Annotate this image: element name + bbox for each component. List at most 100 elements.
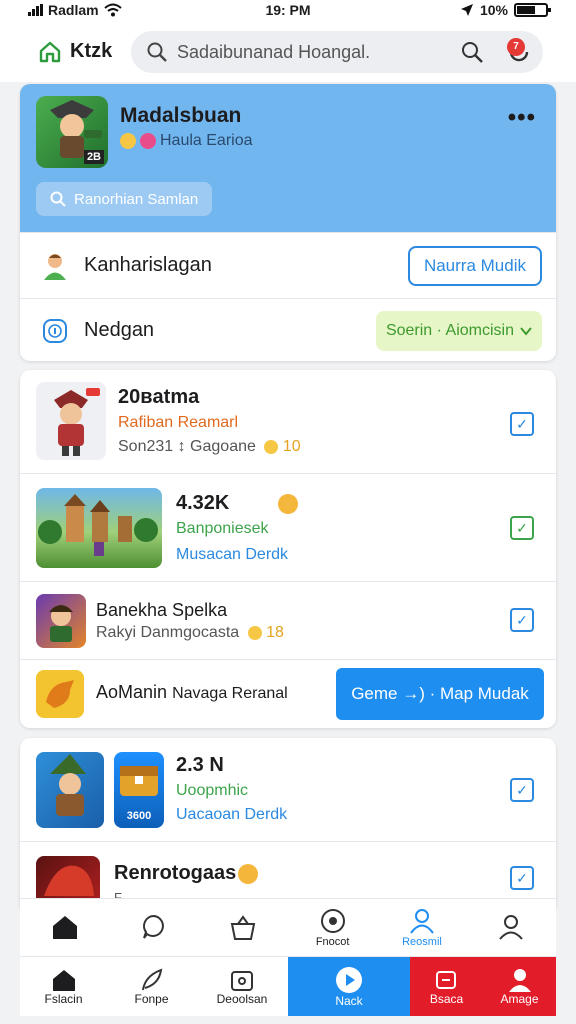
tab-label: Amage	[500, 991, 539, 1006]
game-title: 20вatma	[118, 386, 200, 408]
tab-label: Deoolsan	[216, 991, 268, 1006]
profile-card: 2B Madalsbuan Haula Earioa ••• Ranorhian…	[20, 84, 556, 361]
tab-label: Nack	[335, 993, 363, 1008]
inbox-icon	[435, 970, 456, 989]
home-icon	[52, 969, 75, 991]
tab-label: Reosmil	[402, 935, 442, 948]
tab-label: Fnocot	[315, 935, 350, 948]
more-options-icon[interactable]: •••	[508, 104, 536, 132]
emoji-icon	[278, 494, 298, 514]
tab-explore[interactable]: Fnocot	[288, 899, 377, 956]
game-list-card-2: 3600 2.3 N Uoopmhic Uacaoan Derdk ✓ Renr…	[20, 738, 556, 908]
chat-bubble-icon	[143, 914, 164, 939]
search-icon	[50, 191, 66, 207]
emoji-icon	[264, 439, 279, 454]
hand-icon	[46, 680, 74, 708]
tab-group-red: Bsaca Amage	[410, 957, 556, 1016]
game-thumbnail	[36, 594, 86, 648]
game-line2-text: Musacan Derdk	[176, 546, 289, 563]
home-link[interactable]: Ktzk	[38, 40, 112, 63]
game-line1-text: Uoopmhic	[176, 782, 249, 799]
play-icon	[336, 966, 362, 993]
battery-icon	[514, 3, 551, 17]
profile-subtitle: Haula Earioa	[120, 132, 253, 150]
tab-inbox[interactable]: Bsaca	[410, 968, 483, 1006]
game-line1: Rafiban Reamarl	[118, 414, 238, 432]
friend-row-label: Kanharislagan	[84, 254, 212, 276]
game-line1-text: Rakyi Danmgocasta	[96, 624, 240, 641]
profile-search-button[interactable]: Ranorhian Samlan	[36, 182, 213, 216]
person-icon	[410, 908, 434, 934]
follow-button[interactable]: Naurra Mudik	[407, 246, 542, 286]
tab-store[interactable]	[199, 899, 288, 956]
check-icon[interactable]: ✓	[510, 516, 534, 540]
profile-avatar[interactable]: 2B	[36, 96, 108, 168]
game-item[interactable]: 3600 2.3 N Uoopmhic Uacaoan Derdk ✓	[20, 738, 556, 842]
play-now-button[interactable]: Geme →) · Map Mudak	[336, 668, 544, 720]
game-subtitle: Navaga Reranal	[172, 685, 288, 702]
castle-landscape-icon	[38, 494, 158, 556]
game-item[interactable]: Banekha Spelka Rakyi Danmgocasta 18 ✓	[20, 582, 556, 660]
game-item[interactable]: 4.32K Banponiesek Musacan Derdk ✓	[20, 474, 556, 582]
game-item[interactable]: 20вatma Rafiban Reamarl Son231 ↕ Gagoane…	[20, 370, 556, 474]
tab-home-bottom[interactable]: Fslacin	[20, 957, 107, 1016]
box-icon	[231, 970, 253, 991]
smile-emoji-icon	[120, 133, 136, 149]
search-submit-icon[interactable]	[461, 41, 483, 63]
user-filled-icon	[508, 968, 531, 992]
check-icon[interactable]: ✓	[510, 778, 534, 802]
game-item[interactable]: AoManin Navaga Reranal Geme →) · Map Mud…	[20, 660, 556, 728]
game-list-card: 20вatma Rafiban Reamarl Son231 ↕ Gagoane…	[20, 370, 556, 728]
chevron-down-icon	[520, 327, 532, 336]
profile-name: Madalsbuan	[120, 104, 242, 127]
status-dropdown[interactable]: Soerin · Aiomcisin	[375, 311, 542, 351]
location-arrow-icon	[460, 4, 473, 16]
warrior-character-icon	[54, 388, 100, 456]
tab-play[interactable]: Nack	[288, 957, 410, 1016]
game-thumbnail	[36, 382, 106, 460]
game-thumbnail	[36, 488, 162, 568]
profile-subtitle-text: Haula Earioa	[160, 132, 253, 149]
battery-percent: 10%	[479, 2, 508, 18]
profile-search-label: Ranorhian Samlan	[74, 190, 199, 208]
tab-user[interactable]: Amage	[483, 968, 556, 1006]
search-bar[interactable]: Sadaibunanad Hoangal. 7	[131, 31, 543, 73]
game-title: Banekha Spelka	[96, 600, 228, 620]
game-line1-suffix: 18	[266, 624, 284, 641]
top-header: Ktzk Sadaibunanad Hoangal. 7	[0, 22, 576, 82]
game-thumbnail: 3600	[114, 752, 164, 828]
search-input[interactable]: Sadaibunanad Hoangal.	[177, 42, 370, 63]
check-icon[interactable]: ✓	[510, 608, 534, 632]
check-icon[interactable]: ✓	[510, 866, 534, 890]
secondary-tab-bar: Fnocot Reosmil	[20, 898, 556, 956]
thumbnail-badge: 3600	[126, 810, 152, 822]
bag-icon	[231, 914, 256, 940]
tab-feed[interactable]: Fonpe	[107, 957, 196, 1016]
tab-label: Fonpe	[134, 991, 169, 1006]
status-row-label: Nedgan	[84, 319, 155, 341]
tab-home[interactable]	[20, 899, 109, 956]
tab-profile[interactable]: Reosmil	[377, 899, 466, 956]
tab-label: Bsaca	[429, 991, 464, 1006]
status-bar: Radlam 19: PM 10%	[0, 0, 576, 22]
tab-account[interactable]	[467, 899, 556, 956]
tab-downloads[interactable]: Deoolsan	[196, 957, 288, 1016]
game-title: AoManin	[96, 682, 168, 702]
game-line2: Son231 ↕ Gagoane 10	[118, 438, 301, 456]
game-line1-text: Banponiesek	[176, 520, 269, 537]
game-thumbnail	[36, 670, 84, 718]
status-right: 10%	[460, 2, 551, 18]
user-icon	[499, 914, 524, 940]
game-line2-suffix: 10	[282, 438, 301, 455]
notification-button[interactable]: 7	[507, 38, 531, 69]
game-line1-text: Rafiban Reamarl	[118, 414, 239, 431]
treasure-chest-icon	[120, 766, 158, 796]
check-icon[interactable]: ✓	[510, 412, 534, 436]
game-line2-text: Son231 ↕ Gagoane	[118, 438, 256, 455]
tab-chat[interactable]	[109, 899, 198, 956]
game-title: 2.3 N	[176, 754, 224, 776]
profile-hero: 2B Madalsbuan Haula Earioa ••• Ranorhian…	[20, 84, 556, 232]
game-line1: Rakyi Danmgocasta 18	[96, 624, 284, 642]
game-title: Renrotogaas	[114, 862, 237, 884]
tab-label: Fslacin	[44, 991, 83, 1006]
